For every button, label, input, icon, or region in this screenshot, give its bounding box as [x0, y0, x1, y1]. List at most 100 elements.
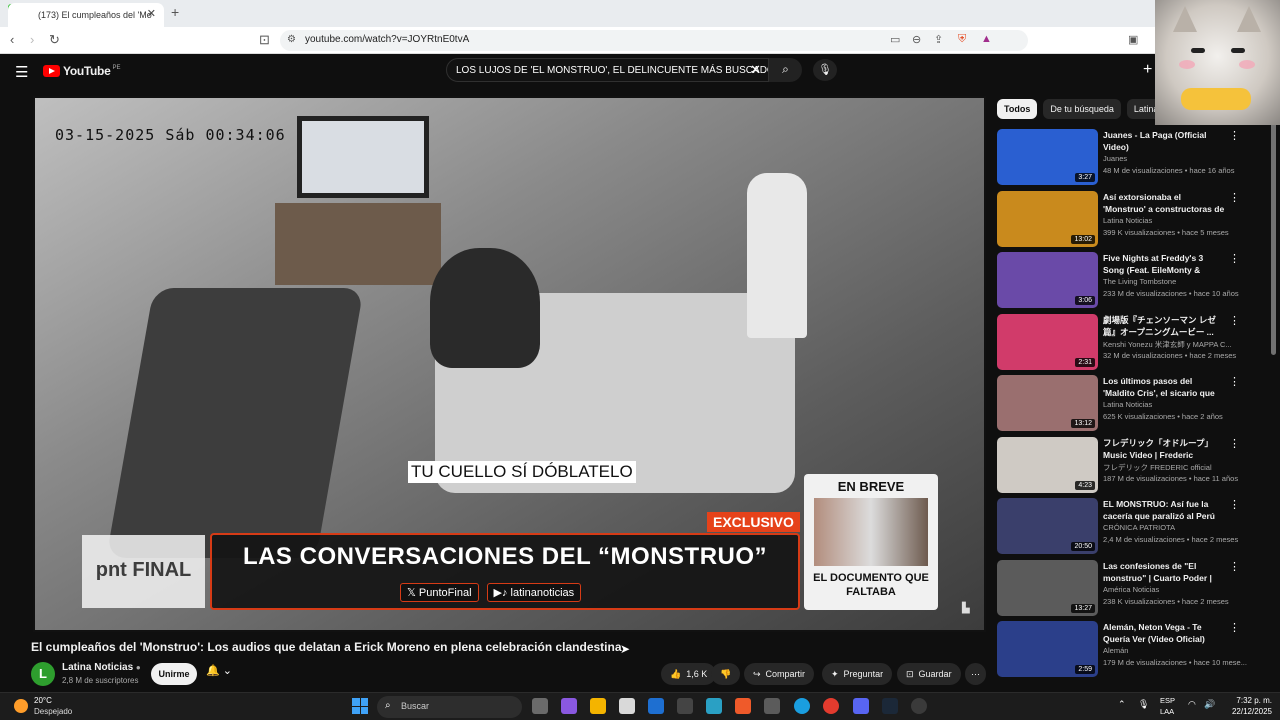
recommendation-item[interactable]: 3:06 Five Nights at Freddy's 3 Song (Feat…: [997, 252, 1242, 310]
tray-chevron-icon[interactable]: ⌃: [1118, 699, 1126, 710]
kebab-menu-icon[interactable]: ⋮: [1229, 437, 1240, 450]
search-button[interactable]: ⌕: [769, 58, 802, 82]
recommendation-item[interactable]: 13:02 Así extorsionaba el 'Monstruo' a co…: [997, 190, 1242, 249]
voice-search-button[interactable]: 🎙: [813, 59, 837, 81]
app-icon[interactable]: [677, 698, 693, 714]
close-tab-icon[interactable]: ✕: [147, 7, 156, 20]
recommendation-item[interactable]: 13:12 Los últimos pasos del 'Maldito Cris…: [997, 375, 1242, 433]
edge-icon[interactable]: [794, 698, 810, 714]
recommendation-item[interactable]: 2:31 劇場版『チェンソーマン レゼ篇』オープニングムービー ... Kenshi…: [997, 313, 1242, 372]
kebab-menu-icon[interactable]: ⋮: [1229, 129, 1240, 142]
steam-icon[interactable]: [882, 698, 898, 714]
sidebar-scrollbar[interactable]: [1271, 95, 1276, 355]
recommendation-title[interactable]: 劇場版『チェンソーマン レゼ篇』オープニングムービー ...: [1103, 314, 1225, 338]
save-button[interactable]: ⊡ Guardar: [897, 663, 961, 685]
app2-icon[interactable]: [706, 698, 722, 714]
mic-tray-icon[interactable]: 🎙: [1138, 699, 1149, 710]
language-indicator[interactable]: ESP LAA: [1160, 695, 1175, 717]
recommendation-title[interactable]: フレデリック「オドループ」Music Video | Frederic "odd…: [1103, 437, 1225, 461]
clear-search-icon[interactable]: ✕: [750, 62, 761, 78]
copilot-icon[interactable]: [561, 698, 577, 714]
recommendation-title[interactable]: Five Nights at Freddy's 3 Song (Feat. Ei…: [1103, 252, 1225, 276]
recommendation-title[interactable]: Alemán, Neton Vega - Te Quería Ver (Vide…: [1103, 621, 1225, 645]
kebab-menu-icon[interactable]: ⋮: [1229, 252, 1240, 265]
recommendation-thumbnail[interactable]: 3:06: [997, 252, 1098, 308]
search-input[interactable]: LOS LUJOS DE 'EL MONSTRUO', EL DELINCUEN…: [446, 58, 769, 82]
brave-icon[interactable]: [735, 698, 751, 714]
notifications-button[interactable]: 🔔 ⌄: [206, 664, 244, 684]
recommendation-thumbnail[interactable]: 4:23: [997, 436, 1098, 493]
recommendation-title[interactable]: Las confesiones de "El monstruo" | Cuart…: [1103, 560, 1225, 584]
cast-icon[interactable]: ▭: [890, 33, 900, 46]
recommendation-channel[interactable]: Latina Noticias: [1103, 216, 1152, 225]
video-player[interactable]: 03-15-2025 Sáb 00:34:06 TU CUELLO SÍ DÓB…: [33, 96, 986, 632]
kebab-menu-icon[interactable]: ⋮: [1229, 191, 1240, 204]
channel-avatar[interactable]: L: [31, 662, 55, 686]
recommendation-channel[interactable]: Juanes: [1103, 154, 1127, 163]
menu-icon[interactable]: ☰: [15, 63, 28, 81]
task-view-icon[interactable]: [532, 698, 548, 714]
volume-icon[interactable]: 🔊: [1204, 699, 1215, 710]
recommendation-channel[interactable]: The Living Tombstone: [1103, 277, 1176, 286]
share-page-icon[interactable]: ⇪: [934, 33, 943, 46]
recommendation-thumbnail[interactable]: 2:59: [997, 621, 1098, 677]
recommendation-thumbnail[interactable]: 2:31: [997, 313, 1098, 370]
recommendation-item[interactable]: 13:27 Las confesiones de "El monstruo" | …: [997, 559, 1242, 618]
ask-button[interactable]: ✦ Preguntar: [822, 663, 893, 685]
bookmark-icon[interactable]: ⊡: [259, 32, 270, 48]
recommendation-thumbnail[interactable]: 3:27: [997, 129, 1098, 185]
kebab-menu-icon[interactable]: ⋮: [1229, 560, 1240, 573]
sidebar-toggle-icon[interactable]: ▣: [1128, 33, 1138, 46]
chrome-icon[interactable]: [823, 698, 839, 714]
recommendation-channel[interactable]: América Noticias: [1103, 585, 1159, 594]
recommendation-title[interactable]: Los últimos pasos del 'Maldito Cris', el…: [1103, 375, 1225, 399]
kebab-menu-icon[interactable]: ⋮: [1229, 621, 1240, 634]
taskbar-search[interactable]: ⌕ Buscar: [377, 696, 522, 718]
file-explorer-icon[interactable]: [590, 698, 606, 714]
recommendation-title[interactable]: Así extorsionaba el 'Monstruo' a constru…: [1103, 191, 1225, 215]
create-button[interactable]: +: [1143, 61, 1152, 79]
recommendation-title[interactable]: Juanes - La Paga (Official Video): [1103, 129, 1225, 153]
kebab-menu-icon[interactable]: ⋮: [1229, 314, 1240, 327]
kebab-menu-icon[interactable]: ⋮: [1229, 375, 1240, 388]
recommendation-thumbnail[interactable]: 13:12: [997, 375, 1098, 431]
windows-start-icon[interactable]: [352, 698, 368, 714]
app3-icon[interactable]: [764, 698, 780, 714]
recommendation-item[interactable]: 4:23 フレデリック「オドループ」Music Video | Frederic …: [997, 436, 1242, 495]
browser-tab[interactable]: (173) El cumpleaños del 'Mo ✕: [8, 3, 164, 27]
recommendation-thumbnail[interactable]: 13:27: [997, 559, 1098, 616]
chip-all[interactable]: Todos: [997, 99, 1038, 119]
forward-icon[interactable]: ›: [30, 32, 34, 47]
youtube-logo[interactable]: YouTube PE: [43, 64, 120, 78]
zoom-icon[interactable]: ⊖: [912, 33, 921, 46]
more-actions-button[interactable]: ⋯: [965, 663, 986, 685]
recommendation-item[interactable]: 3:27 Juanes - La Paga (Official Video) Jua…: [997, 129, 1242, 187]
wifi-icon[interactable]: ◠: [1188, 699, 1196, 710]
share-button[interactable]: ↪ Compartir: [744, 663, 815, 685]
channel-name[interactable]: Latina Noticias ●: [62, 662, 141, 673]
recommendation-thumbnail[interactable]: 20:50: [997, 498, 1098, 554]
like-button[interactable]: 👍 1,6 K: [661, 663, 717, 685]
reload-icon[interactable]: ↻: [49, 32, 60, 48]
brave-shield-icon[interactable]: ⛨: [958, 33, 966, 46]
recommendation-item[interactable]: 20:50 EL MONSTRUO: Así fue la cacería que…: [997, 498, 1242, 556]
rewards-icon[interactable]: ▲: [981, 33, 992, 45]
dislike-button[interactable]: 👎: [711, 663, 741, 685]
kebab-menu-icon[interactable]: ⋮: [1229, 498, 1240, 511]
outlook-icon[interactable]: [648, 698, 664, 714]
new-tab-button[interactable]: +: [171, 4, 179, 20]
site-info-icon[interactable]: ⚙: [287, 34, 296, 45]
recommendation-item[interactable]: 2:59 Alemán, Neton Vega - Te Quería Ver (…: [997, 621, 1247, 679]
store-icon[interactable]: [619, 698, 635, 714]
app4-icon[interactable]: [911, 698, 927, 714]
recommendation-title[interactable]: EL MONSTRUO: Así fue la cacería que para…: [1103, 498, 1225, 522]
recommendation-channel[interactable]: CRÓNICA PATRIOTA: [1103, 523, 1175, 532]
join-button[interactable]: Unirme: [151, 663, 197, 685]
chip-from-search[interactable]: De tu búsqueda: [1043, 99, 1121, 119]
back-icon[interactable]: ‹: [10, 32, 14, 47]
recommendation-thumbnail[interactable]: 13:02: [997, 190, 1098, 247]
discord-icon[interactable]: [853, 698, 869, 714]
recommendation-channel[interactable]: Latina Noticias: [1103, 400, 1152, 409]
clock[interactable]: 7:32 p. m. 22/12/2025: [1228, 695, 1272, 717]
recommendation-channel[interactable]: Alemán: [1103, 646, 1128, 655]
